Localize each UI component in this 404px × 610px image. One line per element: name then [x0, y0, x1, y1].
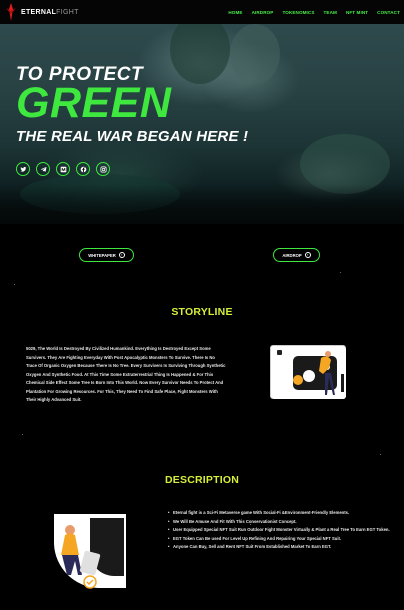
list-item: EGT Token Can Be used For Level Up Refin…: [168, 535, 398, 544]
nav-item-contact[interactable]: CONTACT: [377, 10, 400, 15]
instagram-icon[interactable]: [96, 162, 110, 176]
airdrop-button[interactable]: AIRDROP ›: [273, 248, 320, 262]
logo-text: ETERNAL FIGHT: [21, 9, 79, 16]
hero-bg-tree: [230, 24, 280, 84]
logo-mark-icon: [3, 2, 19, 22]
nav-item-airdrop[interactable]: AIRDROP: [252, 10, 274, 15]
list-item: Eternal fight is a Sci-Fi Metaverse game…: [168, 509, 398, 518]
arrow-right-icon: ›: [304, 252, 311, 258]
logo-text-eternal: ETERNAL: [21, 8, 57, 16]
list-item: Anyone Can Buy, Sell and Rent NFT Suit F…: [168, 543, 398, 552]
sparkle: [22, 434, 23, 435]
sparkle: [14, 284, 15, 285]
whitepaper-button[interactable]: WHITEPAPER ›: [79, 248, 134, 262]
whitepaper-button-label: WHITEPAPER: [88, 252, 116, 258]
hero-heading-green: GREEN: [16, 79, 172, 127]
hero-bg-tree: [170, 24, 230, 84]
logo-text-fight: FIGHT: [56, 8, 79, 16]
sparkle: [340, 272, 341, 273]
storyline-title: STORYLINE: [171, 306, 233, 318]
description-list: Eternal fight is a Sci-Fi Metaverse game…: [168, 509, 398, 552]
logo[interactable]: ETERNAL FIGHT: [3, 0, 79, 24]
sparkle: [380, 454, 381, 455]
description-illustration: [52, 512, 128, 590]
top-nav: ETERNAL FIGHT HOME AIRDROP TOKENOMICS TE…: [0, 0, 404, 24]
social-links: [16, 162, 110, 176]
nav-menu: HOME AIRDROP TOKENOMICS TEAM NFT MINT CO…: [228, 0, 400, 24]
telegram-icon[interactable]: [36, 162, 50, 176]
storyline-illustration: [270, 345, 346, 399]
nav-item-home[interactable]: HOME: [228, 10, 242, 15]
twitter-icon[interactable]: [16, 162, 30, 176]
arrow-right-icon: ›: [118, 252, 125, 258]
nav-item-team[interactable]: TEAM: [324, 10, 337, 15]
list-item: User Equipped Special NFT Suit Run Outdo…: [168, 526, 398, 535]
nav-item-tokenomics[interactable]: TOKENOMICS: [282, 10, 314, 15]
storyline-text: 5029, The World Is Destroyed By Civilize…: [26, 346, 226, 402]
hero-banner: TO PROTECT GREEN THE REAL WAR BEGAN HERE…: [0, 24, 404, 224]
main-content: WHITEPAPER › AIRDROP › STORYLINE 5029, T…: [0, 224, 404, 610]
description-title: DESCRIPTION: [165, 474, 239, 486]
hero-bottom-fade: [0, 184, 404, 224]
hero-heading-line3: THE REAL WAR BEGAN HERE !: [16, 128, 249, 145]
facebook-icon[interactable]: [76, 162, 90, 176]
list-item: We Will Be Amuse And Fit With This Conse…: [168, 518, 398, 527]
nav-item-nft-mint[interactable]: NFT MINT: [346, 10, 368, 15]
airdrop-button-label: AIRDROP: [282, 252, 302, 258]
medium-icon[interactable]: [56, 162, 70, 176]
